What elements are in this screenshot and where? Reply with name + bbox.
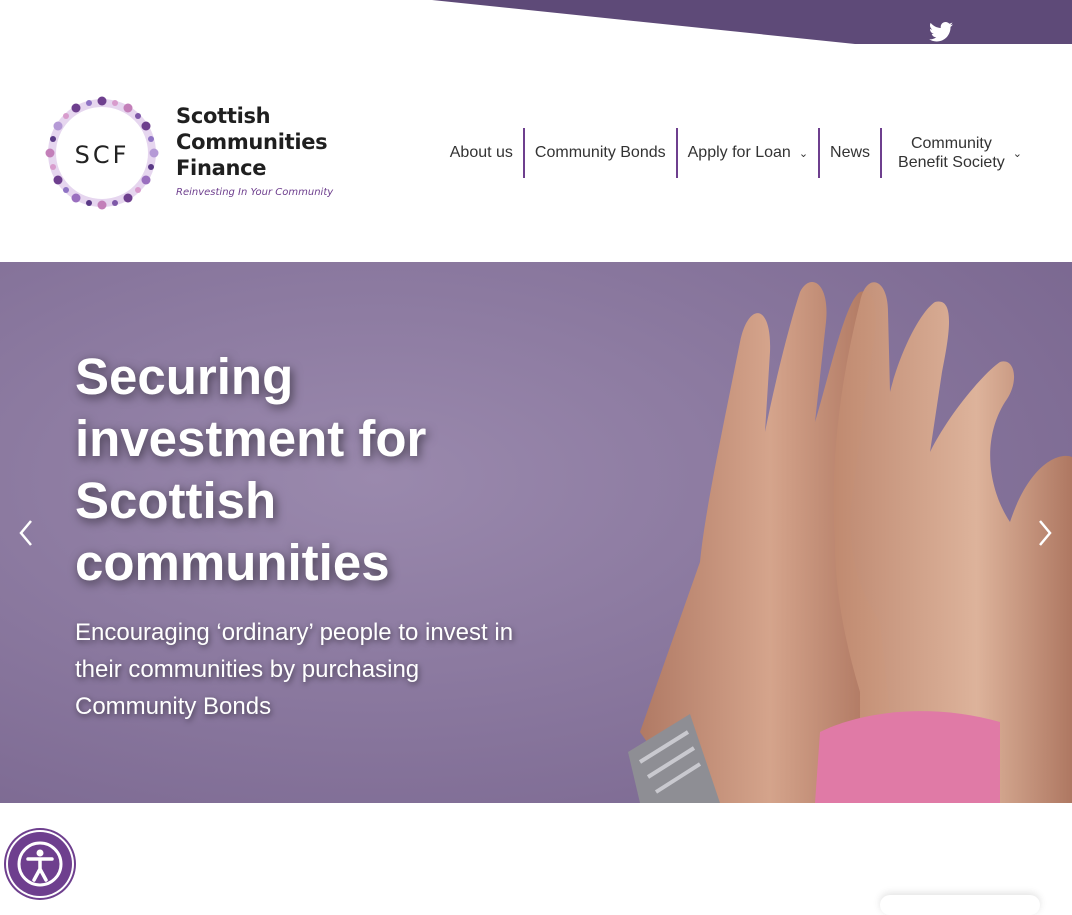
nav-community-bonds-label: Community Bonds <box>534 144 666 161</box>
logo-tagline: Reinvesting In Your Community <box>176 187 334 198</box>
chevron-down-icon: ⌄ <box>1012 147 1022 160</box>
main-navigation: About us Community Bonds Apply for Loan … <box>440 128 1032 178</box>
nav-about-us[interactable]: About us <box>440 128 523 178</box>
nav-community-benefit-society[interactable]: Community Benefit Society ⌄ <box>882 128 1032 178</box>
nav-news[interactable]: News <box>820 128 880 178</box>
chevron-left-icon[interactable] <box>12 516 42 550</box>
logo-line-1: Scottish <box>176 104 271 128</box>
hero-subtitle: Encouraging ‘ordinary’ people to invest … <box>75 619 514 720</box>
nav-apply-for-loan[interactable]: Apply for Loan ⌄ <box>678 128 818 178</box>
site-logo[interactable]: SCF Scottish Communities Finance Reinves… <box>42 93 342 215</box>
logo-initials: SCF <box>75 141 130 169</box>
nav-about-us-label: About us <box>449 144 513 161</box>
hero-slider: Securing investment for Scottish communi… <box>0 262 1072 803</box>
top-header-band <box>432 0 1072 44</box>
accessibility-person-icon <box>17 841 63 887</box>
scf-logo-ring-icon: SCF <box>45 96 159 210</box>
logo-line-3: Finance <box>176 156 267 180</box>
nav-apply-for-loan-label: Apply for Loan <box>687 144 791 161</box>
nav-news-label: News <box>830 144 871 161</box>
nav-community-bonds[interactable]: Community Bonds <box>525 128 676 178</box>
hero-title: Securing investment for Scottish communi… <box>75 348 427 591</box>
chevron-down-icon: ⌄ <box>798 147 809 160</box>
nav-cbs-line-2: Benefit Society <box>898 154 1005 171</box>
nav-cbs-line-1: Community <box>910 135 992 152</box>
logo-wordmark: Scottish Communities Finance <box>176 103 328 181</box>
logo-line-2: Communities <box>176 130 328 154</box>
accessibility-button[interactable] <box>8 832 72 896</box>
twitter-icon[interactable] <box>929 21 953 43</box>
cookie-card-edge <box>880 895 1040 915</box>
chevron-right-icon[interactable] <box>1029 516 1059 550</box>
nav-community-benefit-society-label: Community Benefit Society <box>898 134 1005 172</box>
